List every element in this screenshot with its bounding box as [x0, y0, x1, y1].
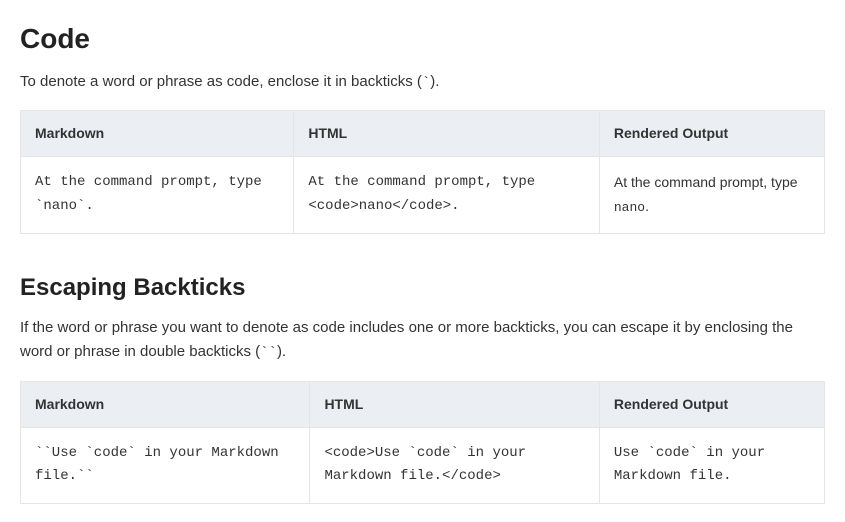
col-header-rendered: Rendered Output — [599, 381, 824, 427]
col-header-markdown: Markdown — [21, 381, 310, 427]
cell-markdown: ``Use `code` in your Markdown file.`` — [21, 427, 310, 504]
desc2-text: If the word or phrase you want to denote… — [20, 319, 793, 360]
col-header-html: HTML — [294, 111, 600, 157]
col-header-html: HTML — [310, 381, 599, 427]
desc-text-post: ). — [430, 73, 439, 90]
desc2-text-post: ). — [277, 343, 286, 360]
col-header-rendered: Rendered Output — [599, 111, 824, 157]
table-header-row: Markdown HTML Rendered Output — [21, 111, 825, 157]
cell-html: <code>Use `code` in your Markdown file.<… — [310, 427, 599, 504]
desc-text: To denote a word or phrase as code, encl… — [20, 73, 422, 90]
cell-html: At the command prompt, type <code>nano</… — [294, 157, 600, 234]
table-row: ``Use `code` in your Markdown file.`` <c… — [21, 427, 825, 504]
section-title-escaping: Escaping Backticks — [20, 270, 825, 306]
cell-rendered: Use `code` in your Markdown file. — [599, 427, 824, 504]
col-header-markdown: Markdown — [21, 111, 294, 157]
rendered-text-post: . — [645, 198, 649, 214]
section-code-description: To denote a word or phrase as code, encl… — [20, 70, 825, 94]
table-row: At the command prompt, type `nano`. At t… — [21, 157, 825, 234]
cell-markdown: At the command prompt, type `nano`. — [21, 157, 294, 234]
escaping-example-table: Markdown HTML Rendered Output ``Use `cod… — [20, 381, 825, 505]
rendered-code-span: nano — [614, 200, 645, 215]
rendered-text-pre: At the command prompt, type — [614, 174, 798, 190]
double-backtick-literal: `` — [260, 345, 277, 361]
section-escaping-description: If the word or phrase you want to denote… — [20, 316, 825, 364]
code-example-table: Markdown HTML Rendered Output At the com… — [20, 110, 825, 234]
table-header-row: Markdown HTML Rendered Output — [21, 381, 825, 427]
cell-rendered: At the command prompt, type nano. — [599, 157, 824, 234]
section-title-code: Code — [20, 18, 825, 60]
